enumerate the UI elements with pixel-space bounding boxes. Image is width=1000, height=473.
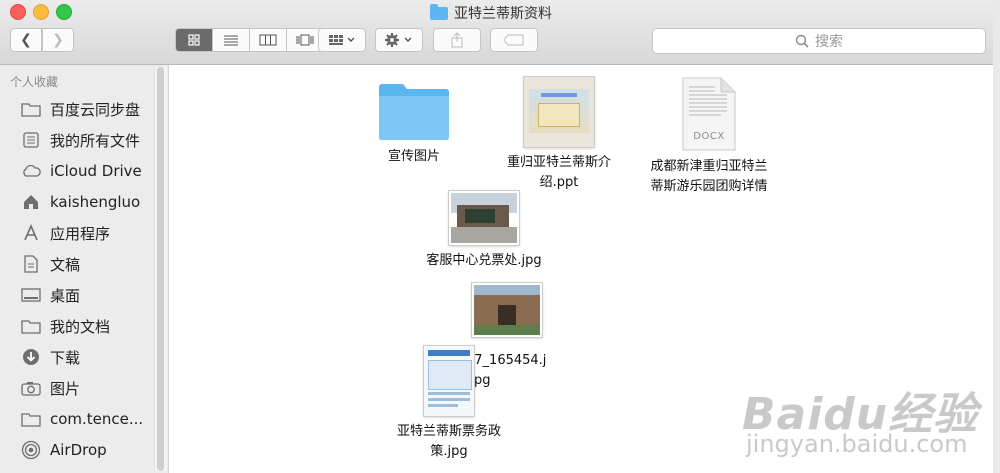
desktop-icon	[20, 286, 42, 304]
folder-icon	[20, 317, 42, 335]
tag-icon	[503, 34, 524, 46]
title-bar: 亚特兰蒂斯资料 ❮ ❯ 搜索	[0, 0, 993, 65]
columns-icon	[259, 34, 277, 46]
sidebar-item-label: 百度云同步盘	[50, 100, 141, 119]
folder-icon	[20, 410, 42, 428]
forward-button[interactable]: ❯	[42, 28, 74, 52]
sidebar-item-label: 桌面	[50, 286, 81, 305]
sidebar-item-com-tencent[interactable]: com.tence...	[20, 407, 143, 431]
file-item-jpg[interactable]: 客服中心兑票处.jpg	[409, 191, 559, 271]
zoom-button[interactable]	[56, 4, 72, 20]
documents-icon	[20, 255, 42, 273]
file-name-line: 蒂斯游乐园团购详情	[650, 179, 768, 194]
cover-flow-icon	[296, 34, 314, 46]
chevron-right-icon: ❯	[52, 32, 64, 48]
file-item-jpg[interactable]: 亚特兰蒂斯票务政 策.jpg	[379, 346, 519, 462]
arrange-icon	[329, 35, 355, 45]
tag-button[interactable]	[490, 28, 538, 52]
background-strip	[993, 0, 1000, 473]
grid-icon	[188, 34, 200, 46]
sidebar-item-airdrop[interactable]: AirDrop	[20, 438, 107, 462]
sidebar-item-label: com.tence...	[50, 410, 144, 428]
file-item-ppt[interactable]: 重归亚特兰蒂斯介 绍.ppt	[499, 77, 619, 193]
sidebar-item-applications[interactable]: 应用程序	[20, 221, 110, 245]
folder-icon	[379, 84, 449, 140]
icon-view-button[interactable]	[176, 29, 213, 51]
sidebar: 个人收藏 百度云同步盘 我的所有文件 iCloud Drive kaisheng…	[0, 65, 169, 473]
list-view-button[interactable]	[213, 29, 250, 51]
ppt-thumbnail	[524, 77, 594, 147]
docx-badge: DOCX	[693, 131, 725, 142]
file-name-line: 亚特兰蒂斯票务政	[396, 424, 501, 439]
list-icon	[224, 35, 238, 46]
minimize-button[interactable]	[33, 4, 49, 20]
image-thumbnail	[424, 346, 474, 416]
sidebar-item-label: 文稿	[50, 255, 81, 274]
file-name: 宣传图片	[387, 149, 440, 164]
search-placeholder: 搜索	[815, 34, 843, 50]
sidebar-item-label: iCloud Drive	[50, 162, 142, 180]
search-field[interactable]: 搜索	[652, 28, 986, 54]
folder-icon	[20, 100, 42, 118]
sidebar-item-documents[interactable]: 文稿	[20, 252, 80, 276]
sidebar-item-label: 下载	[50, 348, 81, 367]
sidebar-item-label: 应用程序	[50, 224, 111, 243]
file-name: 客服中心兑票处.jpg	[426, 253, 542, 268]
share-icon	[451, 32, 463, 48]
sidebar-item-label: 我的所有文件	[50, 131, 141, 150]
column-view-button[interactable]	[250, 29, 287, 51]
sidebar-item-baidu-sync[interactable]: 百度云同步盘	[20, 97, 140, 121]
applications-icon	[20, 224, 42, 242]
gear-icon	[385, 33, 412, 47]
window-title: 亚特兰蒂斯资料	[430, 3, 552, 22]
chevron-left-icon: ❮	[20, 32, 32, 48]
sidebar-item-icloud[interactable]: iCloud Drive	[20, 159, 142, 183]
action-button[interactable]	[375, 28, 423, 52]
image-thumbnail	[472, 283, 542, 337]
sidebar-item-downloads[interactable]: 下载	[20, 345, 80, 369]
sidebar-item-label: 图片	[50, 379, 81, 398]
file-name-line: 绍.ppt	[539, 175, 579, 190]
folder-icon	[430, 3, 448, 20]
all-files-icon	[20, 131, 42, 149]
sidebar-item-label: 我的文档	[50, 317, 111, 336]
back-button[interactable]: ❮	[10, 28, 42, 52]
arrange-button[interactable]	[318, 28, 366, 52]
file-name: 成都新津重归亚特兰 蒂斯游乐园团购详情	[650, 157, 767, 197]
file-name: 亚特兰蒂斯票务政 策.jpg	[397, 422, 501, 462]
share-button[interactable]	[433, 28, 481, 52]
sidebar-item-pictures[interactable]: 图片	[20, 376, 80, 400]
home-icon	[20, 193, 42, 211]
file-name-line: 重归亚特兰蒂斯介	[506, 155, 611, 170]
file-name-line: 成都新津重归亚特兰	[650, 159, 768, 174]
camera-icon	[20, 379, 42, 397]
sidebar-item-my-documents[interactable]: 我的文档	[20, 314, 110, 338]
cloud-icon	[20, 162, 42, 180]
file-item-jpg[interactable]	[452, 283, 562, 337]
sidebar-item-desktop[interactable]: 桌面	[20, 283, 80, 307]
sidebar-item-label: AirDrop	[50, 441, 107, 459]
watermark-url: jingyan.baidu.com	[746, 430, 968, 458]
file-name: 重归亚特兰蒂斯介 绍.ppt	[507, 153, 611, 193]
airdrop-icon	[20, 440, 42, 460]
download-icon	[20, 348, 42, 366]
image-thumbnail	[449, 191, 519, 245]
file-name-line: 策.jpg	[430, 444, 468, 459]
window-title-text: 亚特兰蒂斯资料	[454, 6, 552, 22]
sidebar-item-home[interactable]: kaishengluo	[20, 190, 140, 214]
search-icon	[795, 34, 809, 48]
sidebar-header: 个人收藏	[10, 75, 59, 89]
view-switcher	[175, 28, 324, 52]
close-button[interactable]	[10, 4, 26, 20]
file-item-folder[interactable]: 宣传图片	[369, 81, 459, 167]
file-item-docx[interactable]: DOCX 成都新津重归亚特兰 蒂斯游乐园团购详情	[639, 77, 779, 197]
sidebar-item-label: kaishengluo	[50, 193, 141, 211]
sidebar-scrollbar[interactable]	[154, 67, 167, 471]
sidebar-scroll-thumb[interactable]	[157, 67, 164, 471]
sidebar-item-all-files[interactable]: 我的所有文件	[20, 128, 140, 152]
